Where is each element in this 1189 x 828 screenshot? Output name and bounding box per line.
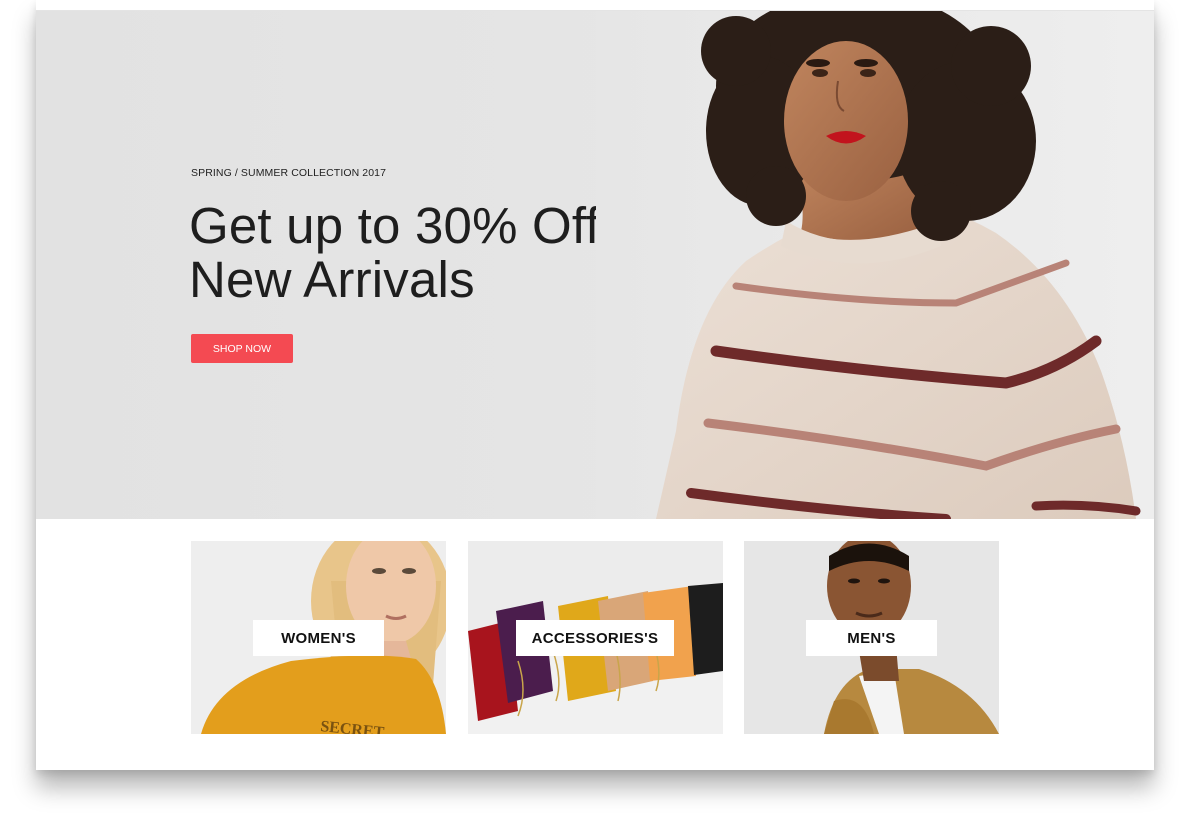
page-frame: SPRING / SUMMER COLLECTION 2017 Get up t… — [36, 0, 1154, 770]
category-label-womens: WOMEN'S — [253, 620, 384, 656]
category-card-accessories[interactable]: ACCESSORIES'S — [468, 541, 723, 734]
category-label-mens: MEN'S — [806, 620, 937, 656]
hero-headline-line-1: Get up to 30% Off — [189, 197, 600, 254]
category-cards: SECRET WOMEN'S ACCESSORIES'S MEN'S — [191, 541, 999, 734]
category-card-mens[interactable]: MEN'S — [744, 541, 999, 734]
hero-headline: Get up to 30% Off New Arrivals — [189, 199, 659, 307]
hero-eyebrow: SPRING / SUMMER COLLECTION 2017 — [191, 167, 387, 179]
model-photo — [596, 11, 1154, 519]
category-card-womens[interactable]: SECRET WOMEN'S — [191, 541, 446, 734]
header-strip — [36, 0, 1154, 11]
hero-banner: SPRING / SUMMER COLLECTION 2017 Get up t… — [36, 11, 1154, 519]
category-label-accessories: ACCESSORIES'S — [516, 620, 674, 656]
shop-now-button[interactable]: SHOP NOW — [191, 334, 293, 363]
hero-headline-line-2: New Arrivals — [189, 251, 475, 308]
